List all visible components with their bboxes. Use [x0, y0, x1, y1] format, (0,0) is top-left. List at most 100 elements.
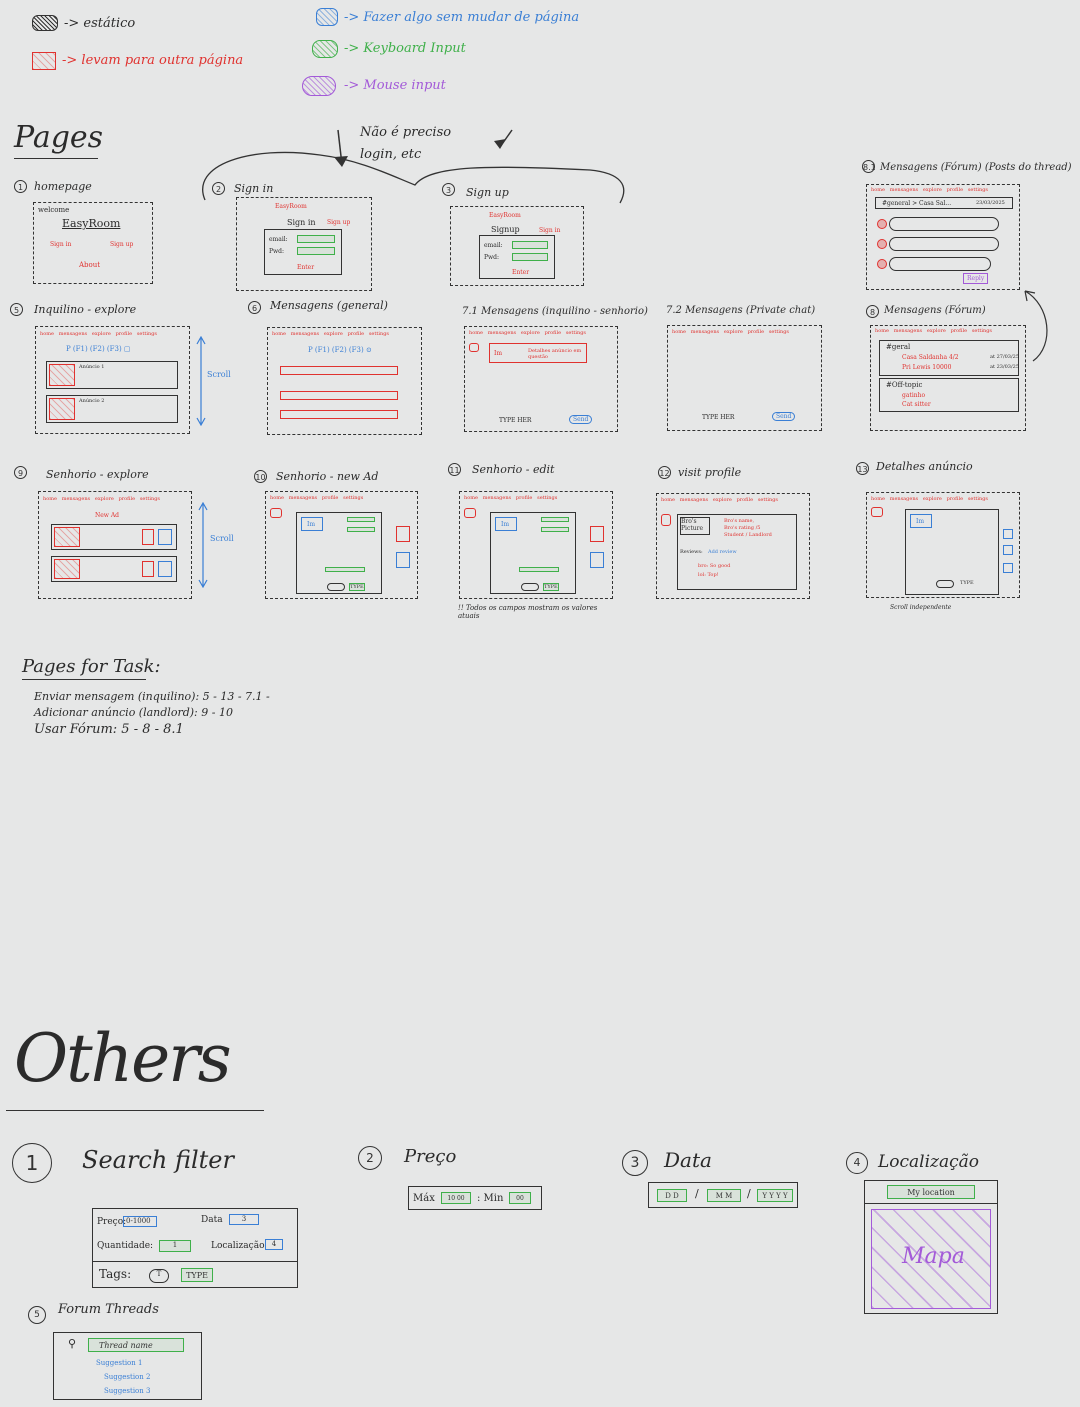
conversation-row[interactable]	[280, 410, 398, 419]
listing-card[interactable]: Anúncio 2	[46, 395, 178, 423]
pwd-field[interactable]	[512, 253, 548, 261]
listing-card[interactable]: Anúncio 1	[46, 361, 178, 389]
tags-add-icon[interactable]: T	[149, 1269, 169, 1283]
edit-button[interactable]	[142, 561, 154, 577]
action-icon[interactable]	[1003, 545, 1013, 555]
min-input[interactable]: 00	[509, 1192, 531, 1204]
conversation-row[interactable]	[280, 391, 398, 400]
image-upload[interactable]: Im	[495, 517, 517, 531]
signin-link[interactable]: Sign in	[50, 241, 71, 248]
tags-input[interactable]: TYPE	[349, 583, 365, 591]
nav-bar[interactable]: home mensagens profile settings	[270, 495, 363, 501]
location-field[interactable]	[325, 567, 365, 572]
send-button[interactable]: Send	[772, 412, 796, 421]
location-filter[interactable]: 4	[265, 1239, 283, 1250]
image-upload[interactable]: Im	[301, 517, 323, 531]
delete-button[interactable]	[158, 529, 172, 545]
nav-bar[interactable]: home mensagens explore profile settings	[43, 496, 160, 502]
suggestion-item[interactable]: Suggestion 1	[96, 1359, 142, 1367]
price-field[interactable]	[541, 527, 569, 532]
avatar[interactable]	[877, 239, 887, 249]
back-button[interactable]	[464, 508, 476, 518]
action-icon[interactable]	[1003, 529, 1013, 539]
nav-bar[interactable]: home mensagens profile settings	[464, 495, 557, 501]
thread-search-input[interactable]: Thread name	[88, 1338, 184, 1352]
type-field[interactable]: TYPE HER	[499, 417, 531, 424]
listing-card[interactable]	[51, 524, 177, 550]
nav-bar[interactable]: home mensagens explore profile settings	[40, 331, 157, 337]
avatar[interactable]	[877, 219, 887, 229]
location-field[interactable]	[519, 567, 559, 572]
new-ad-button[interactable]: New Ad	[95, 512, 119, 519]
thread-link[interactable]: gatinho	[902, 392, 925, 399]
type-field[interactable]: TYPE HER	[702, 414, 734, 421]
nav-bar[interactable]: home mensagens explore profile settings	[871, 496, 988, 502]
listing-image[interactable]	[49, 398, 75, 420]
listing-image[interactable]	[49, 364, 75, 386]
month-input[interactable]: M M	[707, 1189, 741, 1202]
enter-button[interactable]: Enter	[512, 269, 529, 276]
tag-pill[interactable]	[936, 580, 954, 588]
back-button[interactable]	[661, 514, 671, 526]
nav-bar[interactable]: home mensagens explore profile settings	[672, 329, 789, 335]
tags-input[interactable]: TYPE	[543, 583, 559, 591]
qty-input[interactable]: 1	[159, 1240, 191, 1252]
tag-pill[interactable]	[521, 583, 539, 591]
category-tag[interactable]: #Off-topic	[886, 381, 922, 389]
category-tag[interactable]: #geral	[886, 343, 910, 351]
suggestion-item[interactable]: Suggestion 2	[104, 1373, 150, 1381]
add-review-link[interactable]: Add review	[708, 549, 737, 555]
title-field[interactable]	[541, 517, 569, 522]
listing-image[interactable]	[54, 527, 80, 547]
max-input[interactable]: 10 00	[441, 1192, 471, 1204]
email-field[interactable]	[297, 235, 335, 243]
nav-bar[interactable]: home mensagens explore profile settings	[272, 331, 389, 337]
edit-button[interactable]	[142, 529, 154, 545]
ad-details-card[interactable]: Im Detalhes anúncio em questão	[489, 343, 587, 363]
enter-button[interactable]: Enter	[297, 264, 314, 271]
date-filter[interactable]: 3	[229, 1214, 259, 1225]
about-link[interactable]: About	[79, 261, 100, 269]
pwd-field[interactable]	[297, 247, 335, 255]
confirm-button[interactable]	[590, 526, 604, 542]
back-button[interactable]	[871, 507, 883, 517]
thread-link[interactable]: Cat sitter	[902, 401, 931, 408]
action-icon[interactable]	[1003, 563, 1013, 573]
filter-bar[interactable]: P (F1) (F2) (F3) ⊙	[308, 346, 372, 354]
nav-bar[interactable]: home mensagens explore profile settings	[875, 328, 992, 334]
my-location-button[interactable]: My location	[887, 1185, 975, 1199]
ad-details-link[interactable]: Detalhes anúncio em questão	[528, 348, 584, 360]
signin-link[interactable]: Sign in	[539, 227, 560, 234]
email-field[interactable]	[512, 241, 548, 249]
reply-button[interactable]: Reply	[963, 273, 989, 284]
map-area[interactable]: Mapa	[871, 1209, 991, 1309]
nav-bar[interactable]: home mensagens explore profile settings	[871, 187, 988, 193]
clear-button[interactable]	[590, 552, 604, 568]
listing-card[interactable]	[51, 556, 177, 582]
filter-bar[interactable]: P (F1) (F2) (F3) ▢	[66, 345, 131, 353]
thread-link[interactable]: Casa Saldanha 4/2	[902, 354, 959, 361]
day-input[interactable]: D D	[657, 1189, 687, 1202]
back-button[interactable]	[469, 343, 479, 352]
signup-link[interactable]: Sign up	[327, 219, 350, 226]
tag-pill[interactable]	[327, 583, 345, 591]
ad-image[interactable]: Im	[910, 514, 932, 528]
tags-input[interactable]: TYPE	[181, 1268, 213, 1282]
nav-bar[interactable]: home mensagens explore profile settings	[469, 330, 586, 336]
price-field[interactable]	[347, 527, 375, 532]
price-filter[interactable]: 0-1000	[123, 1216, 157, 1227]
title-field[interactable]	[347, 517, 375, 522]
send-button[interactable]: Send	[569, 415, 593, 424]
clear-button[interactable]	[396, 552, 410, 568]
year-input[interactable]: Y Y Y Y	[757, 1189, 793, 1202]
confirm-button[interactable]	[396, 526, 410, 542]
nav-bar[interactable]: home mensagens explore profile settings	[661, 497, 778, 503]
listing-image[interactable]	[54, 559, 80, 579]
suggestion-item[interactable]: Suggestion 3	[104, 1387, 150, 1395]
conversation-row[interactable]	[280, 366, 398, 375]
back-button[interactable]	[270, 508, 282, 518]
avatar[interactable]	[877, 259, 887, 269]
thread-link[interactable]: Pri Lewis 10000	[902, 364, 951, 371]
delete-button[interactable]	[158, 561, 172, 577]
signup-link[interactable]: Sign up	[110, 241, 133, 248]
